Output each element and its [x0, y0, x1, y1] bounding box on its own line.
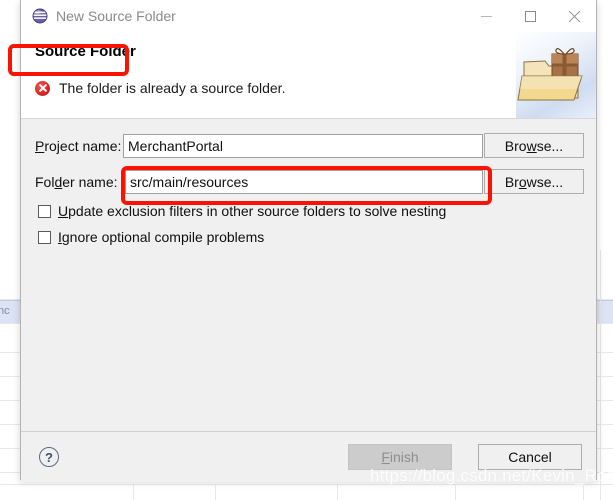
- folder-name-input[interactable]: [125, 170, 483, 194]
- background-grid-column: [583, 484, 584, 500]
- window-title: New Source Folder: [56, 8, 176, 24]
- checkbox-box-icon: [38, 230, 51, 244]
- maximize-button[interactable]: [508, 0, 552, 32]
- page-title: Source Folder: [35, 43, 136, 60]
- project-name-label: Project name:: [21, 138, 123, 154]
- window-controls: [464, 0, 596, 32]
- background-grid-column: [133, 484, 134, 500]
- ignore-optional-compile-problems-label: Ignore optional compile problems: [58, 229, 264, 245]
- folder-name-label-prefix: Fol: [35, 174, 55, 190]
- ignore-optional-compile-problems-checkbox[interactable]: Ignore optional compile problems: [38, 229, 264, 245]
- validation-message-text: The folder is already a source folder.: [59, 80, 286, 96]
- close-icon: [568, 10, 581, 23]
- error-circle-x-icon: [35, 80, 50, 96]
- folder-browse-prefix: Br: [504, 173, 519, 190]
- minimize-icon: [480, 15, 492, 17]
- eclipse-sphere-icon: [32, 8, 48, 24]
- checkbox-box-icon: [38, 204, 51, 218]
- minimize-button[interactable]: [464, 0, 508, 32]
- help-icon[interactable]: ?: [39, 447, 59, 467]
- project-name-row: Project name: Browse...: [21, 133, 598, 159]
- title-bar: New Source Folder: [21, 0, 596, 32]
- project-name-mnemonic: P: [35, 138, 45, 154]
- folder-name-label-text: er name:: [62, 174, 118, 190]
- background-grid-column: [337, 484, 338, 500]
- project-name-input[interactable]: [123, 134, 483, 158]
- finish-mnemonic: F: [381, 449, 390, 465]
- project-browse-suffix: se...: [536, 137, 564, 154]
- new-source-folder-dialog: New Source Folder Source Folder The fold…: [8, 0, 597, 482]
- update-exclusion-filters-checkbox[interactable]: Update exclusion filters in other source…: [38, 203, 446, 219]
- project-name-label-text: roject name:: [44, 138, 122, 154]
- folder-name-label: Folder name:: [21, 174, 123, 190]
- project-browse-mnemonic: w: [526, 137, 537, 154]
- maximize-icon: [524, 10, 536, 22]
- update-exclusion-filters-label: Update exclusion filters in other source…: [58, 203, 446, 219]
- project-browse-prefix: Bro: [504, 137, 527, 154]
- background-text-fragment: nc: [0, 305, 10, 317]
- update-exclusion-filters-text: pdate exclusion filters in other source …: [68, 203, 447, 219]
- watermark: https://blog.csdn.net/Kevin_Rose: [370, 466, 613, 485]
- ignore-optional-compile-problems-text: gnore optional compile problems: [61, 229, 265, 245]
- finish-label: inish: [389, 449, 419, 465]
- folder-browse-mnemonic: o: [518, 173, 527, 190]
- dialog-header: Source Folder The folder is already a so…: [21, 32, 596, 119]
- background-grid-column: [215, 484, 216, 500]
- background-grid-column: [455, 484, 456, 500]
- folder-with-gift-icon: [516, 32, 596, 118]
- project-browse-button[interactable]: Browse...: [484, 133, 584, 158]
- validation-message: The folder is already a source folder.: [35, 80, 285, 96]
- folder-browse-suffix: wse...: [526, 173, 564, 190]
- folder-browse-button[interactable]: Browse...: [484, 169, 584, 194]
- close-button[interactable]: [552, 0, 596, 32]
- dialog-body: Project name: Browse... Folder name: Bro…: [21, 119, 596, 431]
- folder-name-row: Folder name: Browse...: [21, 169, 598, 195]
- update-exclusion-filters-mnemonic: U: [58, 203, 69, 219]
- background-grid-column: [600, 250, 601, 500]
